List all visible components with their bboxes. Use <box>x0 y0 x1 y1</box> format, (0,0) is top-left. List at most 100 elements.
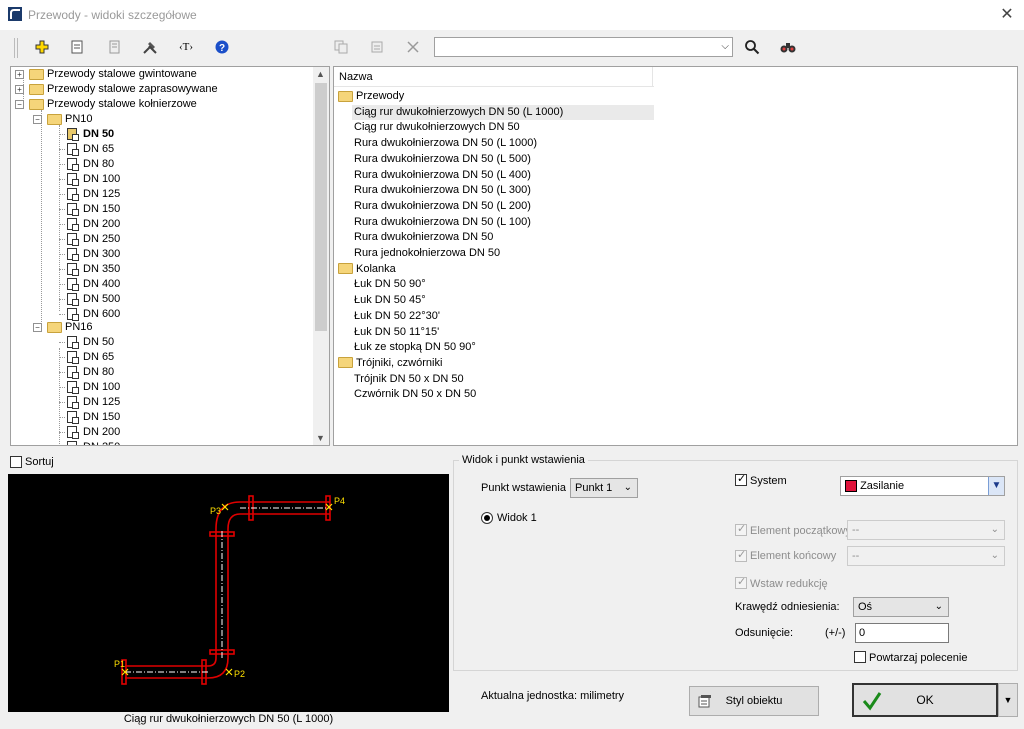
list-header[interactable]: Nazwa <box>334 67 654 87</box>
expand-icon[interactable]: + <box>15 70 24 79</box>
tree-item-dn[interactable]: DN 80 <box>59 157 114 172</box>
end-element-select[interactable]: -- ⌄ <box>847 546 1005 566</box>
list-item[interactable]: Ciąg rur dwukołnierzowych DN 50 (L 1000) <box>352 104 654 120</box>
list-item[interactable]: Łuk DN 50 90° <box>352 277 654 292</box>
list-group-label: Przewody <box>356 90 405 102</box>
list-group[interactable]: Kolanka <box>338 262 396 277</box>
tree-item-label: DN 250 <box>83 233 121 245</box>
edge-select[interactable]: Oś ⌄ <box>853 597 949 617</box>
list-item[interactable]: Łuk DN 50 11°15' <box>352 325 654 340</box>
chevron-down-icon: ▼ <box>1003 695 1013 705</box>
list-item[interactable]: Rura dwukołnierzowa DN 50 (L 1000) <box>352 136 654 151</box>
list-item[interactable]: Łuk DN 50 45° <box>352 293 654 308</box>
tree-item-dn[interactable]: DN 250 <box>67 440 120 445</box>
tree-item-label: DN 150 <box>83 411 121 423</box>
search-button[interactable] <box>741 36 763 58</box>
list-item[interactable]: Rura dwukołnierzowa DN 50 (L 400) <box>352 168 654 183</box>
tree-item-dn[interactable]: DN 100 <box>59 172 120 187</box>
toolbar-grip[interactable] <box>14 38 18 58</box>
scroll-up-icon[interactable]: ▲ <box>316 69 325 79</box>
chevron-down-icon: ⌵ <box>721 41 729 52</box>
list-item[interactable]: Rura jednokołnierzowa DN 50 <box>352 246 654 261</box>
ok-dropdown-button[interactable]: ▼ <box>998 683 1018 717</box>
list-group-label: Kolanka <box>356 262 396 275</box>
tree-item-dn[interactable]: DN 150 <box>59 202 120 217</box>
offset-sign: (+/-) <box>825 627 846 639</box>
point-p3-label: P3 <box>210 506 221 516</box>
element-list[interactable]: Nazwa Przewody Ciąg rur dwukołnierzowych … <box>333 66 1018 446</box>
tree-item-dn[interactable]: DN 50 <box>59 127 114 142</box>
folder-open-icon <box>47 321 62 333</box>
tree-item-dn[interactable]: DN 350 <box>59 262 120 277</box>
tools-icon <box>143 42 157 54</box>
tree-item-dn[interactable]: DN 100 <box>59 380 120 395</box>
system-checkbox[interactable] <box>735 472 747 486</box>
scroll-down-icon[interactable]: ▼ <box>316 433 325 443</box>
tree-item-dn[interactable]: DN 200 <box>59 217 120 232</box>
find-next-button[interactable] <box>777 36 799 58</box>
insert-point-label: Punkt wstawienia <box>481 482 566 494</box>
list-group[interactable]: Przewody <box>338 89 404 104</box>
edit-button[interactable] <box>66 36 88 58</box>
style-button[interactable]: Styl obiektu <box>689 686 819 716</box>
collapse-icon[interactable]: − <box>15 100 24 109</box>
ok-button[interactable]: OK <box>852 683 998 717</box>
element-icon <box>67 336 79 350</box>
start-element-checkbox[interactable] <box>735 522 747 536</box>
text-tool-button[interactable]: ‹T› <box>175 36 197 58</box>
add-button[interactable] <box>31 36 53 58</box>
tree-item-dn[interactable]: DN 250 <box>59 232 121 247</box>
tree-item-dn[interactable]: DN 125 <box>59 187 120 202</box>
system-select[interactable]: Zasilanie ▼ <box>840 476 1005 496</box>
collapse-icon[interactable]: − <box>33 115 42 124</box>
tree-item-dn[interactable]: DN 65 <box>59 142 114 157</box>
tree-item-dn[interactable]: DN 400 <box>59 277 120 292</box>
list-item[interactable]: Łuk ze stopką DN 50 90° <box>352 340 654 355</box>
offset-input[interactable]: 0 <box>855 623 949 643</box>
end-element-checkbox[interactable] <box>735 548 747 562</box>
insert-point-select[interactable]: Punkt 1 ⌄ <box>570 478 638 498</box>
tree-item-label: Przewody stalowe zaprasowywane <box>47 83 218 95</box>
insert-reduction-checkbox[interactable] <box>735 575 747 589</box>
list-item[interactable]: Łuk DN 50 22°30' <box>352 309 654 324</box>
list-item[interactable]: Rura dwukołnierzowa DN 50 (L 100) <box>352 215 654 230</box>
tree-item-dn[interactable]: DN 50 <box>59 335 114 350</box>
sort-checkbox[interactable] <box>10 456 22 468</box>
list-item[interactable]: Trójnik DN 50 x DN 50 <box>352 372 654 387</box>
collapse-icon[interactable]: − <box>33 323 42 332</box>
copy-button[interactable] <box>330 36 352 58</box>
list-item-label: Ciąg rur dwukołnierzowych DN 50 <box>354 121 520 134</box>
tree-item-dn[interactable]: DN 65 <box>59 350 114 365</box>
list-item[interactable]: Rura dwukołnierzowa DN 50 (L 300) <box>352 183 654 198</box>
element-icon <box>67 188 79 202</box>
svg-text:?: ? <box>219 43 225 54</box>
tools-button[interactable] <box>139 36 161 58</box>
properties-button[interactable] <box>103 36 125 58</box>
folder-open-icon <box>338 90 353 102</box>
close-button[interactable]: ✕ <box>996 5 1018 25</box>
paste-button[interactable] <box>366 36 388 58</box>
list-group[interactable]: Trójniki, czwórniki <box>338 356 442 371</box>
list-item[interactable]: Rura dwukołnierzowa DN 50 <box>352 230 654 245</box>
catalog-tree[interactable]: + Przewody stalowe gwintowane + Przewody… <box>10 66 330 446</box>
help-button[interactable]: ? <box>211 36 233 58</box>
tree-item-dn[interactable]: DN 125 <box>59 395 120 410</box>
delete-button[interactable] <box>402 36 424 58</box>
folder-open-icon <box>338 357 353 369</box>
list-item[interactable]: Czwórnik DN 50 x DN 50 <box>352 387 654 402</box>
tree-item-dn[interactable]: DN 80 <box>59 365 114 380</box>
tree-item-dn[interactable]: DN 150 <box>59 410 121 425</box>
list-item[interactable]: Ciąg rur dwukołnierzowych DN 50 <box>352 120 654 135</box>
tree-item-dn[interactable]: DN 500 <box>59 292 120 307</box>
list-item[interactable]: Rura dwukołnierzowa DN 50 (L 200) <box>352 199 654 214</box>
view1-radio[interactable] <box>481 512 493 524</box>
tree-scroll-thumb[interactable] <box>315 83 327 331</box>
start-element-select[interactable]: -- ⌄ <box>847 520 1005 540</box>
tree-item-dn[interactable]: DN 300 <box>59 247 120 262</box>
search-combo[interactable]: ⌵ <box>434 37 733 57</box>
tree-item-dn[interactable]: DN 200 <box>59 425 120 440</box>
expand-icon[interactable]: + <box>15 85 24 94</box>
tree-scrollbar[interactable]: ▲ ▼ <box>313 67 329 445</box>
list-item[interactable]: Rura dwukołnierzowa DN 50 (L 500) <box>352 152 654 167</box>
repeat-checkbox[interactable] <box>854 651 866 663</box>
